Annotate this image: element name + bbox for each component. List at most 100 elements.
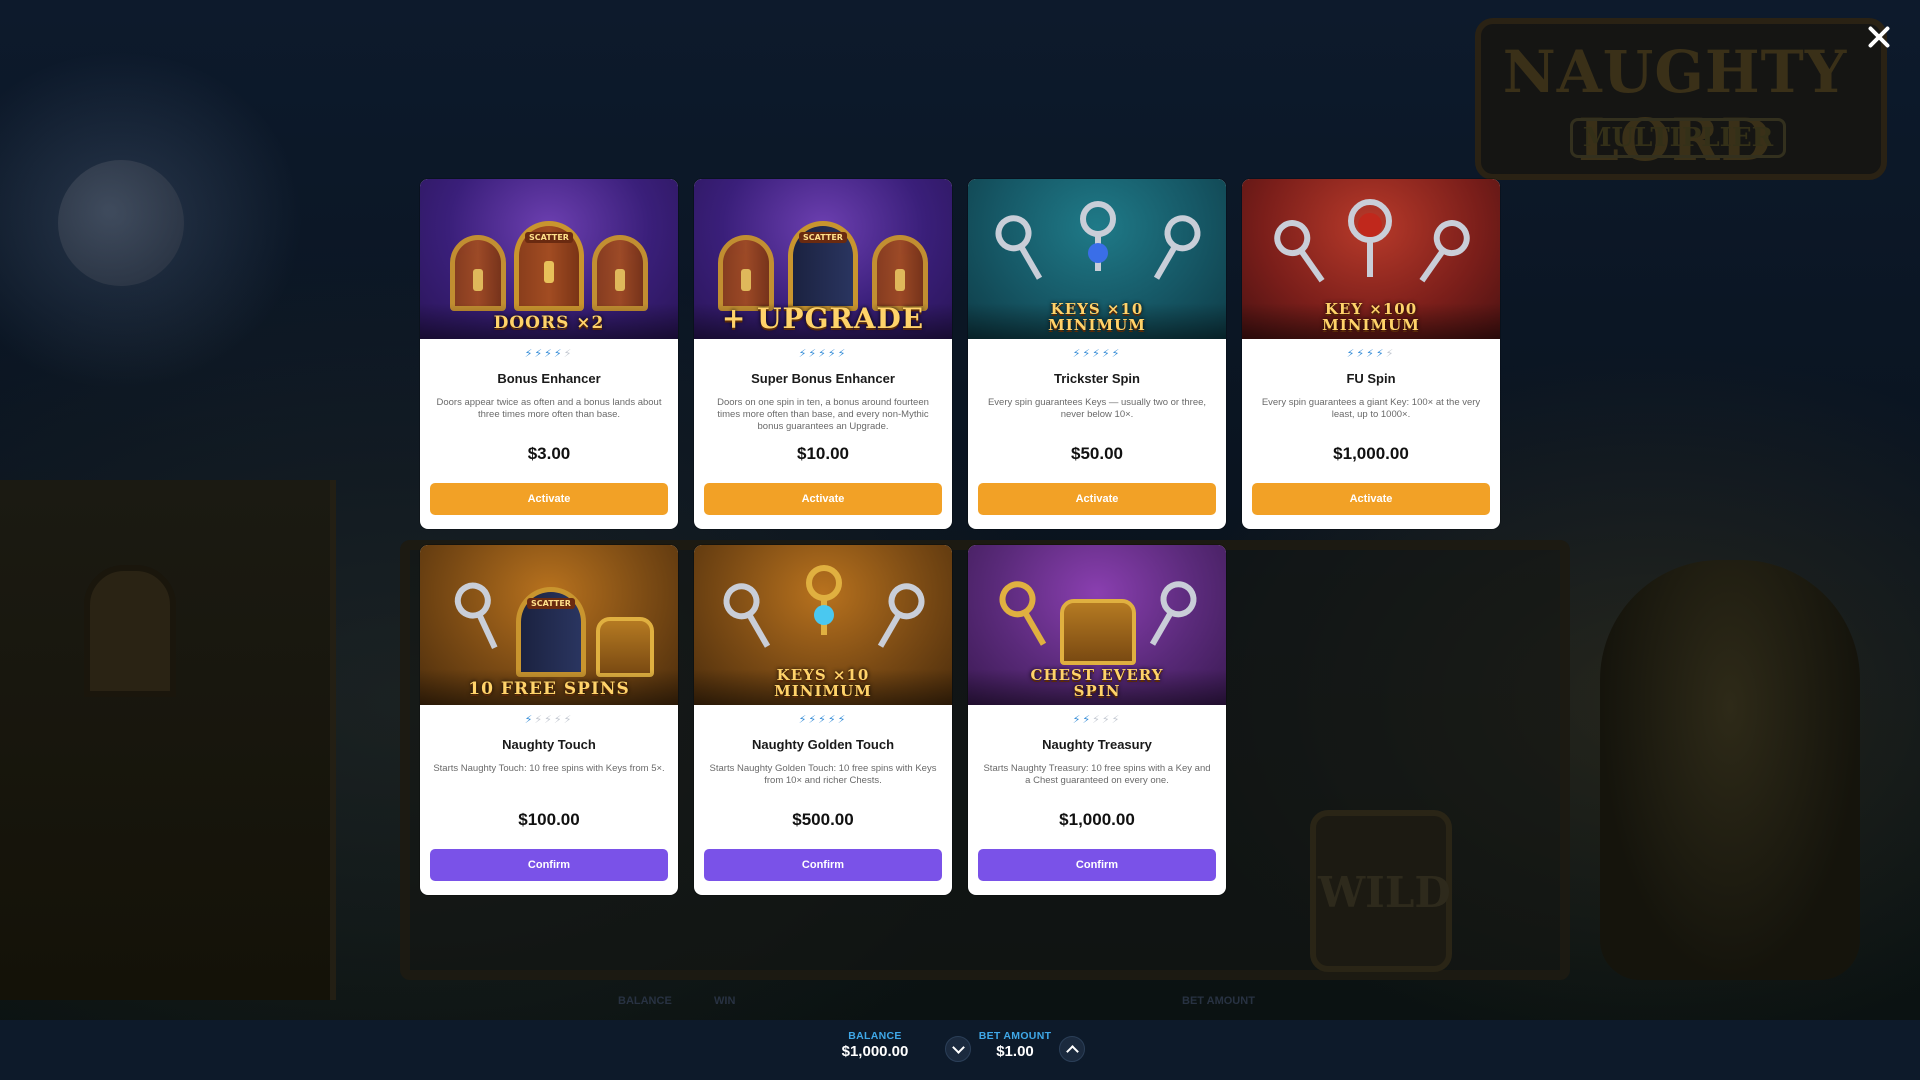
lightning-star-icon: ⚡ [563, 348, 574, 360]
key-icon [1414, 213, 1477, 287]
confirm-button[interactable]: Confirm [704, 849, 942, 881]
lightning-star-icon: ⚡ [837, 348, 848, 360]
background-bet-label: BET AMOUNT [1182, 995, 1255, 1007]
confirm-button[interactable]: Confirm [430, 849, 668, 881]
card-description: Every spin guarantees Keys — usually two… [987, 397, 1207, 420]
rating-stars: ⚡⚡⚡⚡⚡ [428, 348, 670, 360]
bet-amount-display: BET AMOUNT $1.00 [972, 1030, 1058, 1060]
gem-icon [1358, 213, 1382, 237]
lightning-star-icon: ⚡ [1082, 714, 1093, 726]
lightning-star-icon: ⚡ [1082, 348, 1093, 360]
key-icon [872, 576, 932, 652]
card-title: Trickster Spin [1054, 371, 1140, 386]
rating-stars: ⚡⚡⚡⚡⚡ [702, 714, 944, 726]
lightning-star-icon: ⚡ [1092, 348, 1102, 360]
card-description: Starts Naughty Touch: 10 free spins with… [433, 763, 665, 774]
window-image [84, 565, 176, 697]
card-art: CHEST EVERY SPIN [968, 545, 1226, 705]
card-title: Naughty Golden Touch [751, 737, 895, 752]
chest-icon [1060, 599, 1136, 665]
card-art: KEYS ×10 MINIMUM [968, 179, 1226, 339]
lightning-star-icon: ⚡ [1072, 714, 1083, 726]
goblin-character [1600, 560, 1860, 980]
rating-stars: ⚡⚡⚡⚡⚡ [976, 348, 1218, 360]
card-naughty-touch: SCATTER 10 FREE SPINS ⚡⚡⚡⚡⚡ Naughty Touc… [420, 545, 678, 895]
activate-button[interactable]: Activate [430, 483, 668, 515]
bottom-bar: BALANCE $1,000.00 BET AMOUNT $1.00 [0, 1020, 1920, 1080]
card-description: Doors on one spin in ten, a bonus around… [717, 397, 929, 432]
card-naughty-golden-touch: KEYS ×10 MINIMUM ⚡⚡⚡⚡⚡ Naughty Golden Tou… [694, 545, 952, 895]
card-naughty-treasury: CHEST EVERY SPIN ⚡⚡⚡⚡⚡ Naughty Treasury S… [968, 545, 1226, 895]
chevron-up-icon[interactable] [1059, 1036, 1085, 1062]
card-price: $500.00 [792, 810, 854, 829]
card-art-caption: 10 FREE SPINS [468, 679, 630, 699]
card-super-bonus-enhancer: SCATTER + UPGRADE ⚡⚡⚡⚡⚡ Super Bonus Enha… [694, 179, 952, 529]
rating-stars: ⚡⚡⚡⚡⚡ [976, 714, 1218, 726]
lightning-star-icon: ⚡ [534, 348, 545, 360]
background-win-label: WIN [714, 995, 736, 1007]
moon-image [58, 160, 184, 286]
lightning-star-icon: ⚡ [544, 348, 554, 360]
key-icon [992, 574, 1052, 650]
lightning-star-icon: ⚡ [1385, 348, 1396, 360]
balance-display: BALANCE $1,000.00 [820, 1030, 930, 1060]
key-icon [1148, 208, 1208, 284]
card-title: Bonus Enhancer [497, 371, 601, 386]
balance-label: BALANCE [848, 1030, 902, 1042]
card-art: SCATTER + UPGRADE [694, 179, 952, 339]
card-fu-spin: KEY ×100 MINIMUM ⚡⚡⚡⚡⚡ FU Spin Every spin… [1242, 179, 1500, 529]
card-art-caption: KEYS ×10 MINIMUM [774, 666, 872, 700]
lightning-star-icon: ⚡ [1072, 348, 1083, 360]
lightning-star-icon: ⚡ [1356, 348, 1367, 360]
card-trickster-spin: KEYS ×10 MINIMUM ⚡⚡⚡⚡⚡ Trickster Spin Eve… [968, 179, 1226, 529]
bet-amount-label: BET AMOUNT [978, 1030, 1052, 1042]
rating-stars: ⚡⚡⚡⚡⚡ [702, 348, 944, 360]
balance-value: $1,000.00 [841, 1043, 909, 1060]
chest-icon [596, 617, 654, 677]
key-icon [716, 576, 776, 652]
activate-button[interactable]: Activate [704, 483, 942, 515]
door-icon [718, 235, 774, 311]
card-art-caption: + UPGRADE [721, 302, 925, 335]
door-icon [592, 235, 648, 311]
activate-button[interactable]: Activate [1252, 483, 1490, 515]
card-bonus-enhancer: SCATTER DOORS ×2 ⚡⚡⚡⚡⚡ Bonus Enhancer Do… [420, 179, 678, 529]
lightning-star-icon: ⚡ [1111, 348, 1122, 360]
door-icon: SCATTER [514, 221, 584, 311]
card-art: SCATTER 10 FREE SPINS [420, 545, 678, 705]
rating-stars: ⚡⚡⚡⚡⚡ [428, 714, 670, 726]
lightning-star-icon: ⚡ [1366, 348, 1376, 360]
activate-button[interactable]: Activate [978, 483, 1216, 515]
background-balance-label: BALANCE [618, 995, 672, 1007]
confirm-button[interactable]: Confirm [978, 849, 1216, 881]
lightning-star-icon: ⚡ [818, 714, 828, 726]
lightning-star-icon: ⚡ [524, 714, 535, 726]
lightning-star-icon: ⚡ [553, 714, 564, 726]
lightning-star-icon: ⚡ [818, 348, 828, 360]
card-price: $3.00 [527, 444, 571, 463]
card-description: Starts Naughty Golden Touch: 10 free spi… [709, 763, 937, 786]
gem-icon [814, 605, 834, 625]
card-art: SCATTER DOORS ×2 [420, 179, 678, 339]
house-image [0, 480, 336, 1000]
card-price: $50.00 [1071, 444, 1123, 463]
card-price: $10.00 [797, 444, 849, 463]
card-art-caption: KEY ×100 MINIMUM [1322, 300, 1420, 334]
card-description: Every spin guarantees a giant Key: 100× … [1261, 397, 1481, 420]
door-icon [450, 235, 506, 311]
card-title: Super Bonus Enhancer [751, 371, 895, 386]
lightning-star-icon: ⚡ [827, 714, 838, 726]
lightning-star-icon: ⚡ [1101, 348, 1112, 360]
card-description: Doors appear twice as often and a bonus … [436, 397, 662, 420]
card-art: KEY ×100 MINIMUM [1242, 179, 1500, 339]
lightning-star-icon: ⚡ [1375, 348, 1386, 360]
lightning-star-icon: ⚡ [827, 348, 838, 360]
chevron-down-icon[interactable] [945, 1036, 971, 1062]
close-icon[interactable] [1864, 22, 1894, 52]
card-description: Starts Naughty Treasury: 10 free spins w… [983, 763, 1211, 786]
bet-amount-value: $1.00 [996, 1043, 1034, 1060]
key-icon [988, 208, 1048, 284]
door-icon [872, 235, 928, 311]
door-icon: SCATTER [788, 221, 858, 311]
card-art-caption: KEYS ×10 MINIMUM [1048, 300, 1146, 334]
